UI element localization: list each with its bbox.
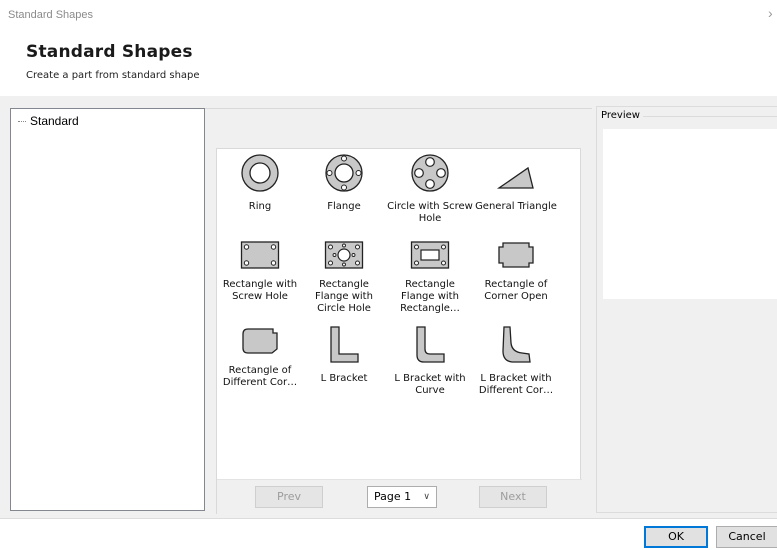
shape-rectangle-screw-hole[interactable]: Rectangle with Screw Hole	[217, 239, 303, 303]
shape-label: L Bracket with Curve	[394, 373, 466, 396]
shape-circle-screw-hole[interactable]: Circle with Screw Hole	[387, 153, 473, 225]
page-title: Standard Shapes	[26, 42, 193, 62]
l-bracket-different-corner-icon	[502, 326, 531, 363]
footer-divider	[0, 518, 777, 519]
shape-label: Rectangle with Screw Hole	[222, 279, 298, 302]
shape-label: L Bracket	[320, 373, 368, 384]
shape-rectangle-different-corner[interactable]: Rectangle of Different Cor…	[217, 325, 303, 389]
shape-label: Circle with Screw Hole	[387, 201, 473, 224]
shape-panel: Ring Flange Circle with Screw Hole Gener…	[205, 108, 592, 515]
shape-rectangle-flange-rectangle[interactable]: Rectangle Flange with Rectangle…	[387, 239, 473, 315]
cancel-button[interactable]: Cancel	[716, 526, 777, 548]
shape-label: L Bracket with Different Cor…	[478, 373, 554, 396]
circle-screw-hole-icon	[411, 154, 449, 192]
shape-rectangle-flange-circle[interactable]: Rectangle Flange with Circle Hole	[301, 239, 387, 315]
next-button[interactable]: Next	[479, 486, 547, 508]
shape-label: Rectangle of Corner Open	[484, 279, 548, 302]
rectangle-flange-rectangle-icon	[410, 241, 450, 269]
tree-item-label: Standard	[30, 114, 79, 128]
shape-gallery: Ring Flange Circle with Screw Hole Gener…	[216, 148, 582, 515]
shape-rectangle-corner-open[interactable]: Rectangle of Corner Open	[473, 239, 559, 303]
shape-l-bracket-different-corner[interactable]: L Bracket with Different Cor…	[473, 325, 559, 397]
shape-general-triangle[interactable]: General Triangle	[473, 153, 559, 213]
category-tree[interactable]: Standard	[10, 108, 205, 511]
l-bracket-icon	[330, 326, 359, 363]
close-icon[interactable]: ›	[768, 5, 773, 21]
preview-label: Preview	[601, 110, 643, 121]
shape-label: General Triangle	[475, 201, 557, 212]
tree-item-standard[interactable]: Standard	[18, 114, 79, 128]
flange-icon	[325, 154, 363, 192]
pager: Prev Page 1 ∨ Next	[217, 479, 582, 515]
rectangle-flange-circle-icon	[324, 241, 364, 269]
shape-label: Rectangle of Different Cor…	[222, 365, 298, 388]
shape-label: Rectangle Flange with Rectangle…	[400, 279, 460, 314]
l-bracket-curve-icon	[416, 326, 445, 363]
tree-connector	[18, 120, 26, 122]
shape-l-bracket-curve[interactable]: L Bracket with Curve	[387, 325, 473, 397]
preview-canvas	[603, 129, 777, 299]
preview-group: Preview	[596, 106, 777, 513]
rectangle-different-corner-icon	[242, 328, 278, 354]
shape-l-bracket[interactable]: L Bracket	[301, 325, 387, 385]
rectangle-corner-open-icon	[498, 242, 534, 268]
rectangle-screw-hole-icon	[240, 241, 280, 269]
page-subtitle: Create a part from standard shape	[26, 70, 200, 81]
shape-label: Flange	[327, 201, 361, 212]
chevron-down-icon: ∨	[423, 492, 430, 502]
ok-button[interactable]: OK	[644, 526, 708, 548]
page-select-value: Page 1	[374, 490, 412, 503]
page-select[interactable]: Page 1 ∨	[367, 486, 437, 508]
triangle-icon	[496, 166, 534, 189]
title-bar: Standard Shapes ›	[0, 0, 777, 30]
shape-label: Ring	[248, 201, 272, 212]
ring-icon	[241, 154, 279, 192]
main-area: Standard Ring Flange Circle with Screw H…	[0, 96, 777, 518]
group-divider	[637, 116, 777, 117]
shape-ring[interactable]: Ring	[217, 153, 303, 213]
prev-button[interactable]: Prev	[255, 486, 323, 508]
window-title: Standard Shapes	[8, 9, 94, 21]
shape-label: Rectangle Flange with Circle Hole	[315, 279, 373, 314]
shape-flange[interactable]: Flange	[301, 153, 387, 213]
